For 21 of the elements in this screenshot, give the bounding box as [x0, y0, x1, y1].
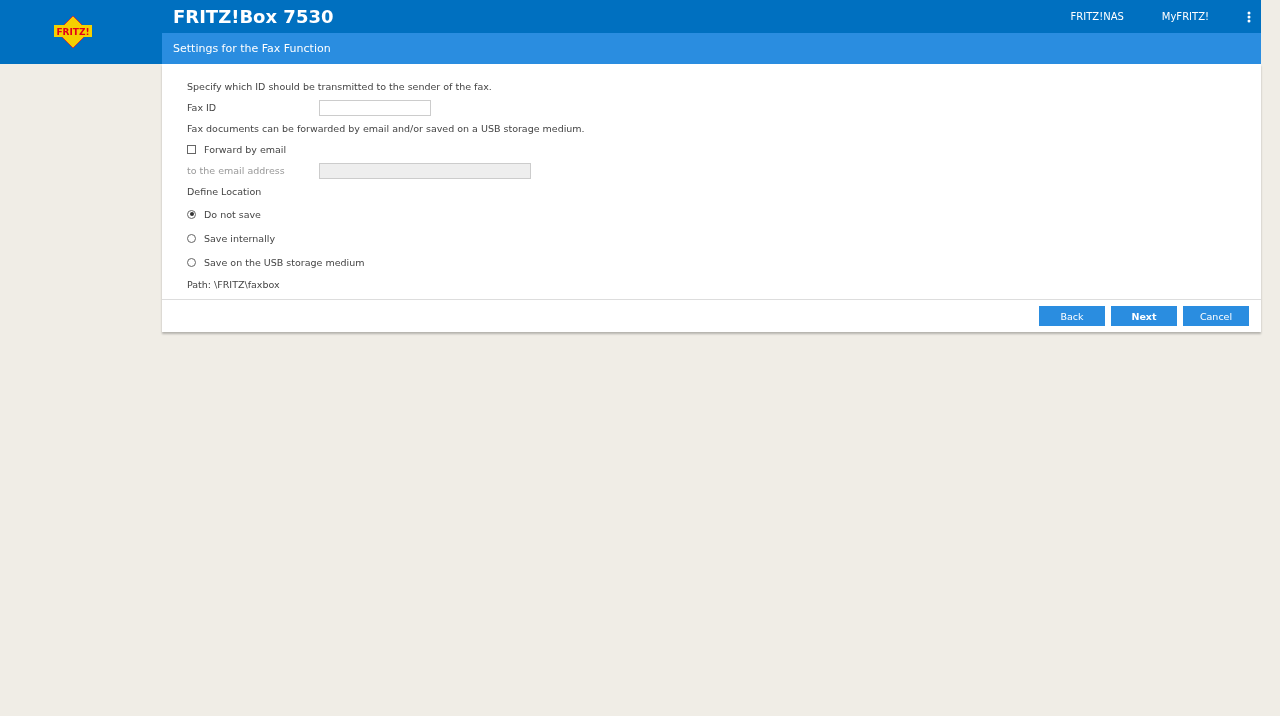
- intro-text: Specify which ID should be transmitted to the sender of the fax.: [187, 81, 492, 92]
- wizard-button[interactable]: Next: [1111, 306, 1177, 326]
- logo-drawing: FRITZ!: [51, 14, 95, 50]
- radio-label: Save on the USB storage medium: [204, 256, 365, 268]
- wizard-button[interactable]: Cancel: [1183, 306, 1249, 326]
- device-title: FRITZ!Box 7530: [173, 6, 335, 27]
- wizard-button[interactable]: Back: [1039, 306, 1105, 326]
- fax-id-field[interactable]: [319, 99, 431, 116]
- page-title: Settings for the Fax Function: [162, 33, 1261, 64]
- menu-icon[interactable]: [1247, 10, 1251, 23]
- header-link[interactable]: FRITZ!NAS: [1070, 11, 1124, 22]
- radio-label: Do not save: [204, 208, 261, 220]
- field-label: to the email address: [187, 165, 286, 176]
- forward-note: Fax documents can be forwarded by email and/or saved on a USB storage medium.: [187, 123, 585, 134]
- section-heading: Define Location: [187, 186, 262, 197]
- header-link[interactable]: MyFRITZ!: [1161, 11, 1209, 22]
- radio-label: Save internally: [204, 232, 276, 244]
- checkbox-label: Forward by email: [204, 144, 287, 155]
- field-label: Fax ID: [187, 102, 218, 113]
- path-text: Path: \FRITZ\faxbox: [187, 279, 280, 290]
- checkbox[interactable]: [187, 145, 196, 154]
